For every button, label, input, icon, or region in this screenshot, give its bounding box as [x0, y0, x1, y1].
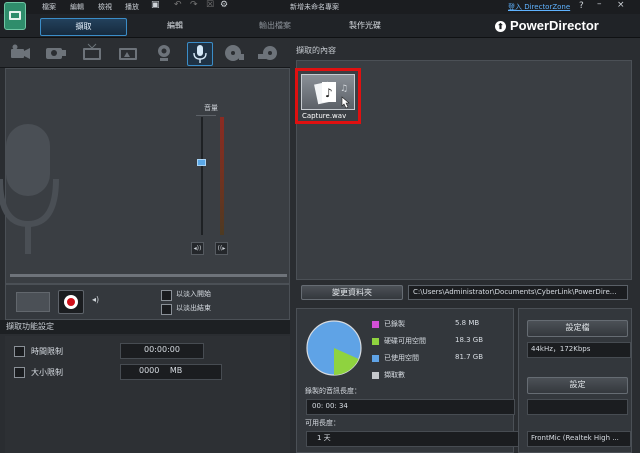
tab-edit[interactable]: 編輯 — [140, 18, 210, 34]
audio-clip-thumbnail[interactable]: ♪ ♫ — [301, 74, 355, 110]
used-space-value: 81.7 GB — [455, 353, 484, 361]
storage-pie-chart — [306, 320, 362, 376]
free-space-swatch — [372, 338, 379, 345]
menu-view[interactable]: 檢視 — [98, 2, 112, 12]
storage-stats-panel: 已錄製 5.8 MB 硬碟可用空間 18.3 GB 已使用空間 81.7 GB … — [296, 308, 520, 453]
settings-button[interactable]: 設定 — [527, 377, 628, 394]
main-toolbar: 擷取 編輯 輸出檔案 製作光碟 ⬆ PowerDirector — [0, 14, 640, 38]
profile-panel: 設定檔 44kHz，172Kbps 設定 FrontMic (Realtek H… — [518, 308, 632, 453]
time-limit-checkbox[interactable] — [14, 346, 25, 357]
cd-icon[interactable] — [222, 42, 246, 64]
volume-icon[interactable]: ◂) — [92, 295, 99, 304]
recorded-length-value: 00: 00: 34 — [306, 399, 515, 415]
size-limit-checkbox[interactable] — [14, 367, 25, 378]
profile-button[interactable]: 設定檔 — [527, 320, 628, 337]
camcorder-icon[interactable] — [8, 42, 32, 64]
capture-settings-header: 擷取功能設定 — [0, 320, 290, 334]
record-controls: ◂) 以淡入開始 以淡出結束 — [5, 284, 290, 320]
undo-icon[interactable]: ↶ — [174, 0, 182, 10]
capture-progress-bar — [10, 274, 287, 277]
project-title: 新增未命名專案 — [290, 3, 339, 11]
capture-count-label: 擷取數 — [384, 371, 405, 379]
record-button[interactable] — [58, 290, 84, 314]
tab-output[interactable]: 輸出檔案 — [240, 18, 310, 34]
record-icon — [67, 298, 75, 306]
size-limit-value: 0000 — [139, 366, 160, 375]
available-length-label: 可用長度： — [305, 419, 340, 427]
tv-icon[interactable] — [80, 42, 104, 64]
brand-logo: ⬆ PowerDirector — [495, 18, 599, 33]
volume-slider-track[interactable] — [201, 117, 203, 235]
time-limit-input[interactable]: 00:00:00 — [120, 343, 204, 359]
speaker-right-icon[interactable]: ((▸ — [215, 242, 228, 255]
size-limit-input[interactable]: 0000 MB — [120, 364, 222, 380]
size-limit-label: 大小限制 — [31, 368, 63, 377]
upgrade-icon: ⬆ — [495, 21, 506, 32]
size-unit: MB — [169, 366, 183, 375]
speaker-left-icon[interactable]: ◂)) — [191, 242, 204, 255]
capture-thumbnail — [16, 292, 50, 312]
time-limit-label: 時間限制 — [31, 347, 63, 356]
menu-file[interactable]: 檔案 — [42, 2, 56, 12]
microphone-icon[interactable] — [187, 42, 213, 66]
fade-out-checkbox[interactable] — [161, 304, 172, 315]
menu-play[interactable]: 播放 — [125, 2, 139, 12]
selected-item-highlight[interactable]: ♪ ♫ Capture.wav — [295, 68, 361, 124]
svg-text:♪: ♪ — [325, 86, 333, 100]
recorded-swatch — [372, 321, 379, 328]
fade-in-checkbox[interactable] — [161, 290, 172, 301]
digital-tv-icon[interactable] — [116, 42, 140, 64]
volume-label: 音量 — [204, 104, 218, 112]
microphone-watermark-icon — [0, 124, 59, 254]
settings-value — [527, 399, 628, 415]
audio-preview-panel: 音量 ◂)) ((▸ — [0, 68, 290, 284]
free-space-value: 18.3 GB — [455, 336, 484, 344]
fade-out-label: 以淡出結束 — [176, 304, 211, 312]
minimize-button[interactable]: – — [597, 0, 602, 9]
fade-in-label: 以淡入開始 — [176, 290, 211, 298]
recorded-label: 已錄製 — [384, 320, 405, 328]
delete-icon[interactable]: ☒ — [206, 0, 214, 10]
profile-value: 44kHz，172Kbps — [527, 342, 631, 358]
redo-icon[interactable]: ↷ — [190, 0, 198, 10]
app-icon[interactable] — [4, 2, 26, 30]
audio-clip-name: Capture.wav — [302, 112, 347, 120]
close-button[interactable]: × — [617, 0, 625, 10]
brand-name: PowerDirector — [510, 18, 599, 33]
tab-capture[interactable]: 擷取 — [40, 18, 127, 36]
webcam-icon[interactable] — [152, 42, 176, 64]
menu-bar: 檔案 編輯 檢視 播放 ▣ ↶ ↷ ☒ ⚙ 新增未命名專案 登入 Directo… — [0, 0, 640, 30]
audio-device: FrontMic (Realtek High ... — [527, 431, 631, 447]
captured-content-library: ♪ ♫ Capture.wav — [295, 60, 632, 280]
volume-top-line — [196, 115, 216, 116]
capture-count-swatch — [372, 372, 379, 379]
free-space-label: 硬碟可用空間 — [384, 337, 426, 345]
capture-folder-path: C:\Users\Administrator\Documents\CyberLi… — [408, 285, 628, 300]
change-folder-button[interactable]: 變更資料夾 — [301, 285, 403, 300]
used-space-label: 已使用空間 — [384, 354, 419, 362]
menu-edit[interactable]: 編輯 — [70, 2, 84, 12]
capture-device-bar — [0, 38, 290, 68]
tab-disc[interactable]: 製作光碟 — [330, 18, 400, 34]
login-link[interactable]: 登入 DirectorZone — [508, 2, 570, 12]
music-note-icon: ♪ ♫ — [314, 81, 350, 109]
level-meter — [220, 117, 224, 235]
dvd-icon[interactable] — [256, 42, 280, 64]
volume-slider-thumb[interactable] — [197, 159, 206, 166]
gear-icon[interactable]: ⚙ — [220, 0, 228, 10]
help-button[interactable]: ? — [579, 1, 584, 11]
recorded-value: 5.8 MB — [455, 319, 480, 327]
captured-content-header: 擷取的內容 — [296, 46, 336, 55]
capture-settings-panel: 時間限制 00:00:00 大小限制 0000 MB — [5, 336, 290, 453]
available-length-value: 1 天 — [306, 431, 520, 447]
used-space-swatch — [372, 355, 379, 362]
svg-text:♫: ♫ — [340, 84, 348, 94]
hdv-camera-icon[interactable] — [44, 42, 68, 64]
recorded-length-label: 錄製的音訊長度： — [305, 387, 361, 395]
save-icon[interactable]: ▣ — [151, 0, 160, 10]
